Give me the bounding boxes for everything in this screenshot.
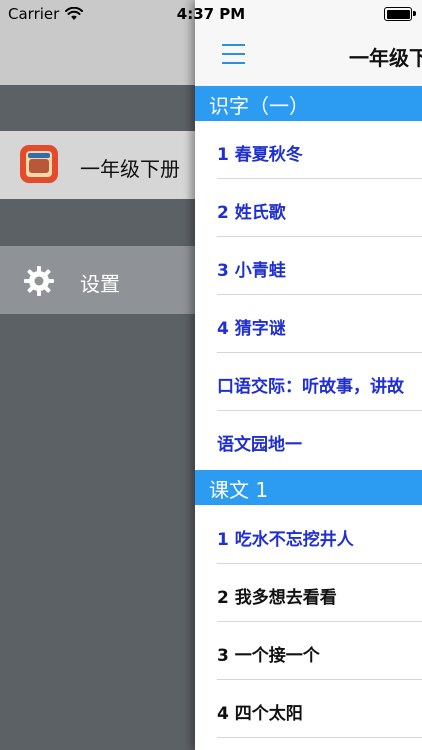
section-title: 课文 1 [209,478,269,502]
page-title: 一年级下 [349,46,422,70]
main-panel: 一年级下 识字（一） 1 春夏秋冬 2 姓氏歌 3 小青蛙 4 猜字谜 口语交际… [195,0,422,750]
lesson-label: 3 小青蛙 [217,261,286,281]
menu-icon[interactable] [222,44,245,64]
drawer-item-label: 一年级下册 [80,157,180,181]
list-item[interactable]: 4 猜字谜 [195,295,422,353]
list-item[interactable]: 口语交际：听故事，讲故 [195,353,422,411]
battery-icon [384,7,416,21]
lesson-label: 4 猜字谜 [217,319,286,339]
side-drawer: 一年级下册 设置 [0,0,200,750]
status-bar: Carrier 4:37 PM [0,0,422,28]
book-cover-icon [20,145,58,183]
row-divider [217,737,422,738]
list-item[interactable]: 3 一个接一个 [195,622,422,680]
list-item[interactable]: 3 小青蛙 [195,237,422,295]
list-item[interactable]: 4 四个太阳 [195,680,422,738]
lesson-label: 1 春夏秋冬 [217,145,303,165]
list-item[interactable]: 2 姓氏歌 [195,179,422,237]
drawer-item-settings[interactable]: 设置 [0,246,200,314]
list-item[interactable]: 1 吃水不忘挖井人 [195,506,422,564]
drawer-item-book[interactable]: 一年级下册 [0,131,200,199]
drawer-item-label: 设置 [80,272,120,296]
section-title: 识字（一） [209,94,309,118]
list-item[interactable]: 1 春夏秋冬 [195,121,422,179]
status-time: 4:37 PM [176,5,246,23]
lesson-label: 2 我多想去看看 [217,588,337,608]
lesson-label: 1 吃水不忘挖井人 [217,530,354,550]
gear-icon [24,266,54,296]
lesson-label: 语文园地一 [217,435,302,455]
section-header: 识字（一） [195,86,422,121]
lesson-label: 口语交际：听故事，讲故 [217,377,404,397]
screen: 一年级下册 设置 Carrier 4:37 PM 一年级下 识字（一） 1 春夏… [0,0,422,750]
lesson-label: 3 一个接一个 [217,646,320,666]
list-item[interactable]: 语文园地一 [195,411,422,469]
lesson-label: 2 姓氏歌 [217,203,286,223]
list-item[interactable]: 2 我多想去看看 [195,564,422,622]
section-header: 课文 1 [195,470,422,505]
lesson-label: 4 四个太阳 [217,704,303,724]
